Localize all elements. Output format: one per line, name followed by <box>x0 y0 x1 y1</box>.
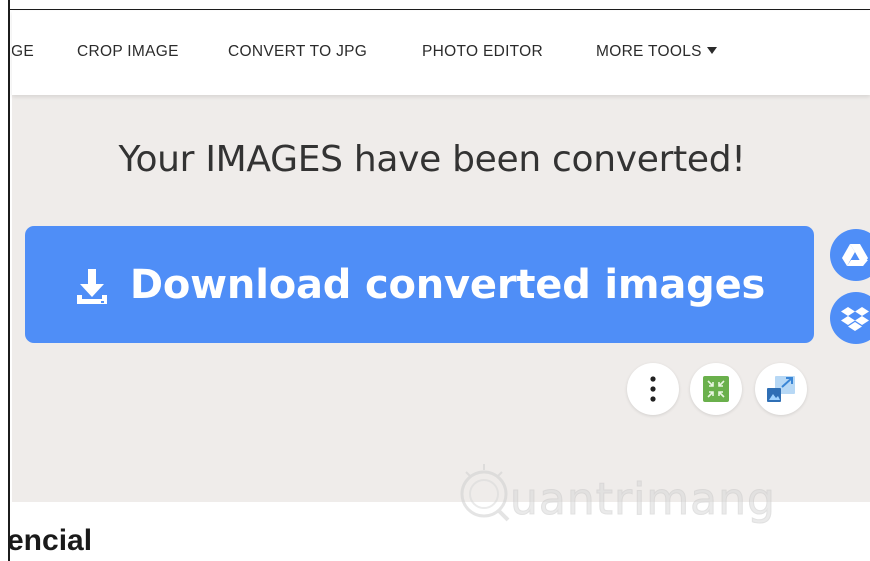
nav-item-more-tools[interactable]: MORE TOOLS <box>596 11 717 95</box>
nav-item-convert-to-jpg[interactable]: CONVERT TO JPG <box>228 11 367 95</box>
caret-down-icon <box>706 47 717 54</box>
conversion-result-panel: Your IMAGES have been converted! Downloa… <box>12 95 870 502</box>
resize-image-icon <box>767 376 795 402</box>
window: GE CROP IMAGE CONVERT TO JPG PHOTO EDITO… <box>0 0 870 561</box>
compress-button[interactable] <box>690 363 742 415</box>
more-options-button[interactable] <box>627 363 679 415</box>
resize-image-button[interactable] <box>755 363 807 415</box>
save-to-google-drive-button[interactable] <box>830 229 870 281</box>
compress-icon <box>703 376 729 402</box>
nav-item-cut-off[interactable]: GE <box>12 11 34 95</box>
window-top-border <box>10 0 870 10</box>
download-converted-images-button[interactable]: Download converted images <box>25 226 814 343</box>
nav-item-more-tools-label: MORE TOOLS <box>596 43 702 60</box>
top-navigation: GE CROP IMAGE CONVERT TO JPG PHOTO EDITO… <box>12 11 870 95</box>
save-to-dropbox-button[interactable] <box>830 292 870 344</box>
watermark-logo-icon <box>460 464 510 522</box>
watermark-text: uantrimang <box>510 474 776 526</box>
page-title: Your IMAGES have been converted! <box>118 139 746 180</box>
window-left-border <box>0 0 10 561</box>
nav-item-photo-editor[interactable]: PHOTO EDITOR <box>422 11 543 95</box>
nav-item-crop-image[interactable]: CROP IMAGE <box>77 11 179 95</box>
more-vertical-icon <box>650 376 656 402</box>
watermark: uantrimang <box>458 462 788 542</box>
download-icon <box>76 268 107 304</box>
download-button-label: Download converted images <box>129 261 766 308</box>
google-drive-icon <box>842 244 868 266</box>
section-heading-partial: encial <box>7 524 93 557</box>
dropbox-icon <box>841 307 869 331</box>
